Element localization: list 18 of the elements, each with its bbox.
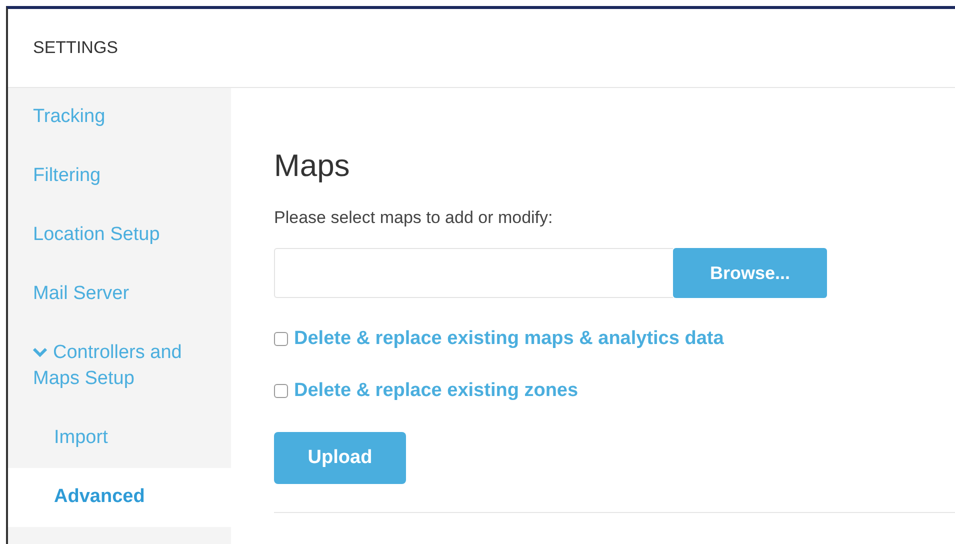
settings-title: SETTINGS [33,38,118,58]
browse-button[interactable]: Browse... [673,248,827,298]
file-path-field[interactable] [274,248,673,298]
upload-button[interactable]: Upload [274,432,406,484]
sidebar-item[interactable]: Controllers and Maps Setup [8,324,231,409]
sidebar-item[interactable]: Location Setup [8,206,231,265]
sidebar-item[interactable]: Filtering [8,147,231,206]
instruction-text: Please select maps to add or modify: [274,208,554,228]
sidebar-item[interactable]: Mail Server [8,265,231,324]
checkbox[interactable] [274,332,288,346]
sidebar-item[interactable]: Tracking [8,88,231,147]
checkbox[interactable] [274,384,288,398]
checkbox-label[interactable]: Delete & replace existing zones [294,380,578,402]
sidebar-item[interactable]: Import [8,409,231,468]
checkbox-label[interactable]: Delete & replace existing maps & analytics data [294,328,724,350]
chevron-down-icon [33,347,47,358]
sidebar-item[interactable]: Advanced [8,468,231,527]
page-title: Maps [274,148,350,184]
